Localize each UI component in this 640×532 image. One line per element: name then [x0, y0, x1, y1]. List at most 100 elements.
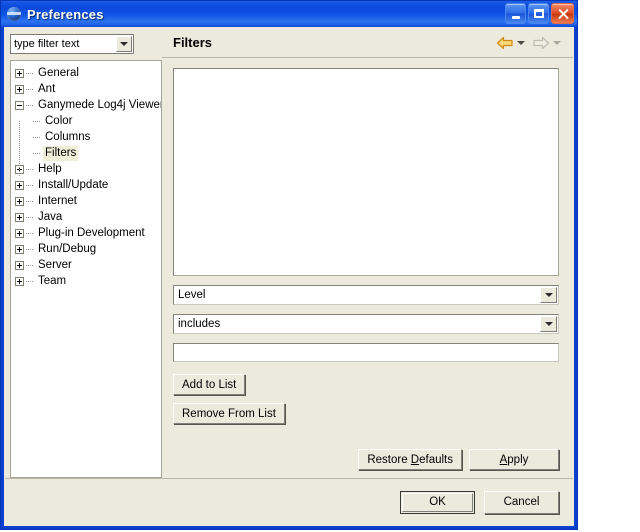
add-to-list-button[interactable]: Add to List — [173, 374, 246, 395]
filter-operator-combo[interactable]: includes — [173, 314, 559, 334]
tree-connector — [33, 120, 41, 122]
filter-field-combo[interactable]: Level — [173, 285, 559, 305]
tree-connector — [26, 232, 34, 234]
maximize-button[interactable] — [528, 3, 549, 24]
expand-icon[interactable] — [15, 244, 24, 254]
restore-defaults-label: Restore Defaults — [367, 453, 453, 466]
tree-item-label: Team — [38, 274, 67, 287]
tree-item-label: Internet — [38, 194, 77, 207]
cancel-button[interactable]: Cancel — [484, 490, 559, 514]
tree-connector — [26, 216, 34, 218]
filter-list[interactable] — [173, 68, 559, 276]
tree-item-label: Server — [38, 258, 72, 271]
tree-item-label: Java — [38, 210, 63, 223]
window-title: Preferences — [27, 6, 104, 22]
maximize-icon — [533, 9, 544, 18]
tree-item-plug-in-development[interactable]: Plug-in Development — [15, 225, 161, 241]
tree-item-run-debug[interactable]: Run/Debug — [15, 241, 161, 257]
tree-item-label: Install/Update — [38, 178, 109, 191]
dialog-button-bar: OK Cancel — [5, 479, 573, 525]
right-panel: Filters Level includes Add to List Remov… — [162, 28, 573, 478]
expand-icon[interactable] — [15, 180, 24, 190]
tree-connector — [26, 104, 34, 106]
preferences-tree: General Ant Ganymede Log4j Viewer Color Colu… — [11, 61, 161, 289]
tree-item-team[interactable]: Team — [15, 273, 161, 289]
tree-item-filters[interactable]: Filters — [15, 145, 161, 161]
back-arrow-icon[interactable] — [496, 36, 514, 50]
dialog-body: type filter text General Ant Ganymede Log4… — [5, 28, 573, 478]
filter-operator-value: includes — [178, 318, 221, 330]
tree-connector — [26, 200, 34, 202]
filter-text-combo[interactable]: type filter text — [10, 34, 134, 54]
tree-connector — [26, 280, 34, 282]
tree-item-general[interactable]: General — [15, 65, 161, 81]
filter-text-value: type filter text — [14, 38, 80, 50]
tree-item-label: Color — [45, 114, 73, 127]
tree-connector — [33, 136, 41, 138]
tree-connector — [26, 168, 34, 170]
tree-item-server[interactable]: Server — [15, 257, 161, 273]
tree-item-label: General — [38, 66, 79, 79]
page-navigation — [496, 36, 565, 50]
chevron-down-icon — [120, 42, 128, 46]
tree-item-install-update[interactable]: Install/Update — [15, 177, 161, 193]
tree-item-ganymede-log4j-viewer[interactable]: Ganymede Log4j Viewer — [15, 97, 161, 113]
tree-item-label: Help — [38, 162, 62, 175]
globe-icon — [6, 6, 22, 22]
filter-field-combo-arrow-button[interactable] — [540, 287, 557, 303]
tree-trunk-line — [19, 121, 20, 177]
restore-defaults-button[interactable]: Restore Defaults — [358, 449, 462, 470]
expand-icon[interactable] — [15, 84, 24, 94]
tree-item-internet[interactable]: Internet — [15, 193, 161, 209]
list-action-buttons: Add to List Remove From List — [173, 374, 559, 424]
chevron-down-icon — [544, 293, 553, 297]
collapse-icon[interactable] — [15, 100, 24, 110]
left-panel: type filter text General Ant Ganymede Log4… — [5, 28, 162, 478]
expand-icon[interactable] — [15, 212, 24, 222]
tree-item-columns[interactable]: Columns — [15, 129, 161, 145]
tree-item-help[interactable]: Help — [15, 161, 161, 177]
forward-arrow-icon — [532, 36, 550, 50]
forward-history-chevron-icon — [553, 40, 561, 45]
filter-field-value: Level — [178, 289, 206, 301]
tree-item-java[interactable]: Java — [15, 209, 161, 225]
minimize-icon — [511, 15, 520, 19]
tree-item-label: Ant — [38, 82, 56, 95]
tree-item-label: Plug-in Development — [38, 226, 145, 239]
filter-operator-combo-arrow-button[interactable] — [540, 316, 557, 332]
expand-icon[interactable] — [15, 68, 24, 78]
minimize-button[interactable] — [505, 3, 526, 24]
tree-connector — [26, 184, 34, 186]
expand-icon[interactable] — [15, 196, 24, 206]
tree-item-label: Filters — [43, 145, 79, 161]
tree-item-label: Run/Debug — [38, 242, 97, 255]
tree-item-label: Ganymede Log4j Viewer — [38, 98, 162, 111]
tree-item-ant[interactable]: Ant — [15, 81, 161, 97]
page-header: Filters — [162, 28, 573, 58]
caption-button-group — [505, 3, 574, 24]
back-history-chevron-icon[interactable] — [517, 40, 525, 45]
remove-from-list-button[interactable]: Remove From List — [173, 403, 285, 424]
title-bar: Preferences — [1, 1, 577, 27]
tree-connector — [33, 152, 41, 154]
page-action-buttons: Restore Defaults Apply — [162, 449, 573, 478]
filter-value-input[interactable] — [173, 343, 559, 362]
apply-button[interactable]: Apply — [469, 449, 559, 470]
close-button[interactable] — [551, 3, 574, 24]
close-icon — [557, 8, 569, 20]
expand-icon[interactable] — [15, 276, 24, 286]
preferences-tree-panel[interactable]: General Ant Ganymede Log4j Viewer Color Colu… — [10, 60, 162, 478]
filter-combo-arrow-button[interactable] — [116, 36, 132, 52]
ok-button[interactable]: OK — [400, 490, 475, 514]
page-title: Filters — [173, 35, 213, 50]
expand-icon[interactable] — [15, 260, 24, 270]
page-content: Level includes Add to List Remove From L… — [162, 58, 573, 449]
tree-connector — [26, 72, 34, 74]
tree-connector — [26, 264, 34, 266]
expand-icon[interactable] — [15, 228, 24, 238]
tree-item-label: Columns — [45, 130, 91, 143]
apply-label: Apply — [499, 453, 529, 466]
tree-item-color[interactable]: Color — [15, 113, 161, 129]
preferences-window: Preferences type filter text General Ant G… — [0, 0, 578, 530]
